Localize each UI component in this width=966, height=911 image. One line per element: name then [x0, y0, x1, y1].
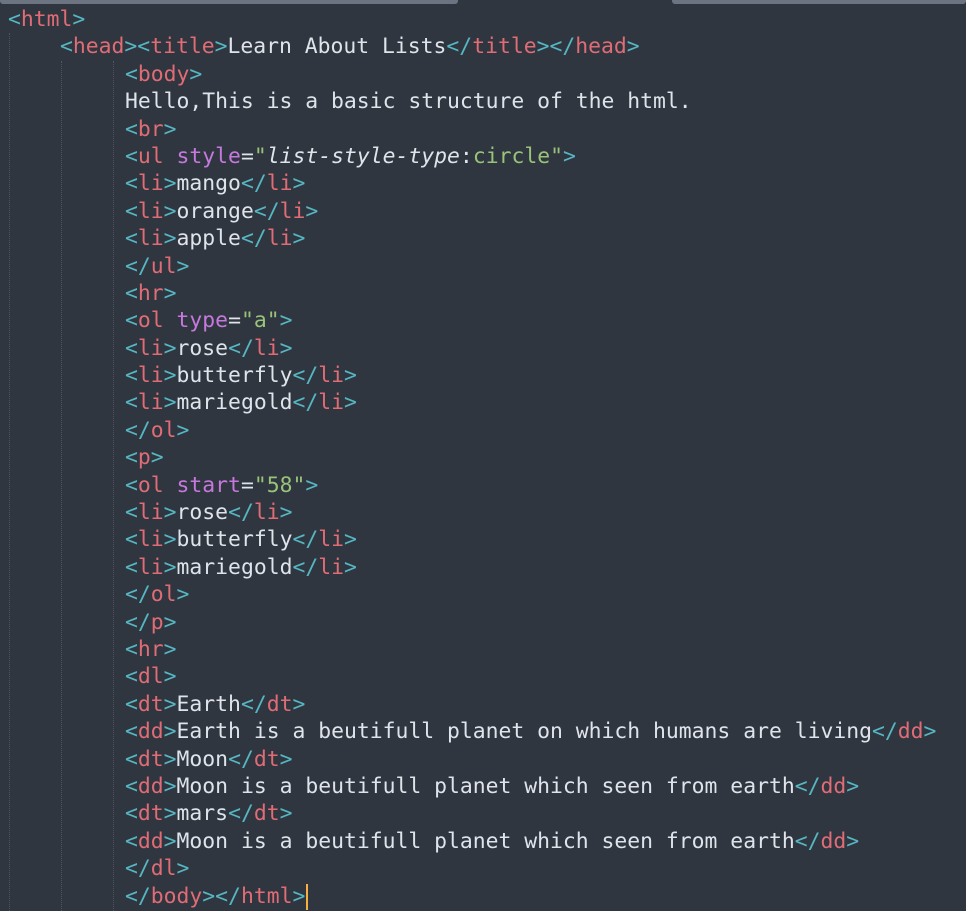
code-line[interactable]: </ol> — [0, 417, 936, 444]
code-line[interactable]: <p> — [0, 444, 936, 471]
code-line[interactable]: <dt>mars</dt> — [0, 800, 936, 827]
code-line[interactable]: <body> — [0, 61, 936, 88]
code-line[interactable]: <li>apple</li> — [0, 225, 936, 252]
code-line[interactable]: </body></html> — [0, 883, 936, 910]
code-line[interactable]: <hr> — [0, 280, 936, 307]
code-line[interactable]: <html> — [0, 6, 936, 33]
code-line[interactable]: <dd>Moon is a beutifull planet which see… — [0, 828, 936, 855]
code-line[interactable]: <dl> — [0, 663, 936, 690]
code-line[interactable]: <ol type="a"> — [0, 307, 936, 334]
code-editor[interactable]: <html> <head><title>Learn About Lists</ti… — [0, 0, 966, 911]
code-line[interactable]: <li>rose</li> — [0, 499, 936, 526]
tab-left[interactable] — [0, 0, 458, 4]
code-line[interactable]: <li>mango</li> — [0, 170, 936, 197]
code-line[interactable]: <li>mariegold</li> — [0, 389, 936, 416]
code-line[interactable]: </p> — [0, 609, 936, 636]
code-line[interactable]: Hello,This is a basic structure of the h… — [0, 88, 936, 115]
code-line[interactable]: <li>orange</li> — [0, 198, 936, 225]
code-line[interactable]: <ol start="58"> — [0, 472, 936, 499]
code-line[interactable]: <dd>Moon is a beutifull planet which see… — [0, 773, 936, 800]
code-line[interactable]: <li>mariegold</li> — [0, 554, 936, 581]
code-line[interactable]: <br> — [0, 116, 936, 143]
text-cursor — [306, 883, 309, 910]
code-line[interactable]: </dl> — [0, 855, 936, 882]
code-line[interactable]: <head><title>Learn About Lists</title></… — [0, 33, 936, 60]
tab-right[interactable] — [672, 0, 966, 4]
code-line[interactable]: </ul> — [0, 253, 936, 280]
code-line[interactable]: <li>butterfly</li> — [0, 526, 936, 553]
code-line[interactable]: <ul style="list-style-type:circle"> — [0, 143, 936, 170]
code-line[interactable]: <dt>Moon</dt> — [0, 746, 936, 773]
code-line[interactable]: <dt>Earth</dt> — [0, 691, 936, 718]
code-line[interactable]: <dd>Earth is a beutifull planet on which… — [0, 718, 936, 745]
code-line[interactable]: <li>rose</li> — [0, 335, 936, 362]
code-area[interactable]: <html> <head><title>Learn About Lists</ti… — [0, 6, 936, 910]
code-line[interactable]: <hr> — [0, 636, 936, 663]
code-line[interactable]: </ol> — [0, 581, 936, 608]
tab-bar — [0, 0, 966, 4]
code-line[interactable]: <li>butterfly</li> — [0, 362, 936, 389]
